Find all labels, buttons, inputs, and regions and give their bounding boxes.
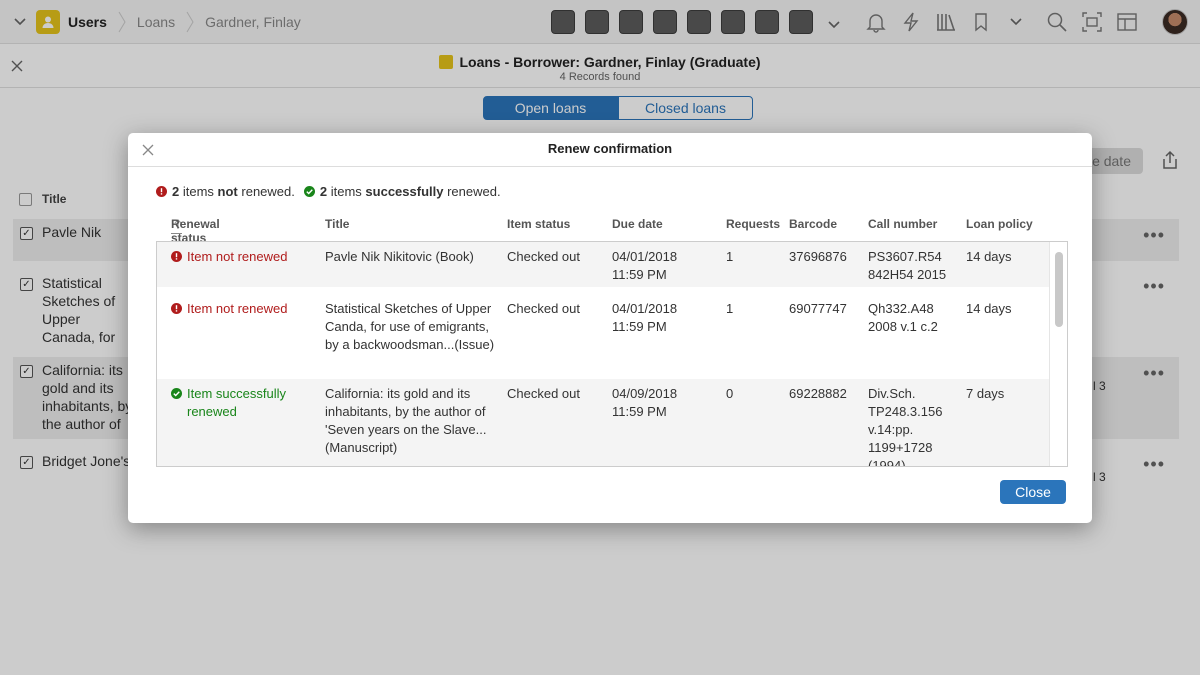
ok-count: 2 [319,184,328,199]
fail-post: renewed. [241,184,295,199]
renewal-status-text: Item not renewed [187,301,288,316]
column-renewal-status[interactable]: Renewal status [171,217,220,245]
error-icon [171,303,182,314]
renewal-table-header: Renewal status Title Item status Due dat… [156,217,1068,245]
due-date-cell: 04/09/2018 11:59 PM [612,386,678,419]
column-call-number[interactable]: Call number [868,217,937,231]
table-row[interactable]: Item not renewed Pavle Nik Nikitovic (Bo… [157,242,1049,287]
due-date-cell: 04/01/2018 11:59 PM [612,301,678,334]
success-icon [303,186,315,197]
item-status-cell: Checked out [507,386,580,401]
loan-policy-cell: 7 days [966,386,1005,401]
renewal-status-text: Item successfully renewed [187,386,286,419]
item-status-cell: Checked out [507,249,580,264]
barcode-cell: 37696876 [789,249,847,264]
modal-title: Renew confirmation [547,141,673,156]
renew-confirmation-modal: Renew confirmation 2 items not renewed. … [128,133,1092,523]
table-scrollbar[interactable] [1049,242,1067,466]
renewal-summary: 2 items not renewed. 2 items successfull… [156,184,501,199]
scrollbar-thumb[interactable] [1055,252,1063,327]
renewal-status-cell: Item not renewed [171,248,321,266]
requests-cell: 0 [726,386,734,401]
error-icon [171,251,182,262]
renewal-table-body: Item not renewed Pavle Nik Nikitovic (Bo… [156,241,1068,467]
barcode-cell: 69077747 [789,301,847,316]
error-icon [156,186,167,197]
title-cell: California: its gold and its inhabitants… [325,386,487,455]
table-row[interactable]: Item not renewed Statistical Sketches of… [157,287,1049,379]
requests-cell: 1 [726,301,734,316]
close-button[interactable]: Close [1000,480,1066,504]
call-number-cell: PS3607.R54 842H54 2015 [868,249,947,282]
renewal-status-text: Item not renewed [187,249,288,264]
column-barcode[interactable]: Barcode [789,217,837,231]
success-icon [171,388,182,399]
fail-bold: not [217,184,238,199]
item-status-cell: Checked out [507,301,580,316]
renewal-status-cell: Item successfully renewed [171,385,321,421]
title-cell: Statistical Sketches of Upper Canda, for… [325,301,495,352]
barcode-cell: 69228882 [789,386,847,401]
column-loan-policy[interactable]: Loan policy [966,217,1033,231]
call-number-cell: Qh332.A48 2008 v.1 c.2 [868,301,938,334]
loan-policy-cell: 14 days [966,301,1012,316]
requests-cell: 1 [726,249,734,264]
table-row[interactable]: Item successfully renewed California: it… [157,379,1049,467]
title-cell: Pavle Nik Nikitovic (Book) [325,249,474,264]
modal-header: Renew confirmation [128,133,1092,167]
column-due-date[interactable]: Due date [612,217,663,231]
fail-pre: items [182,184,214,199]
loan-policy-cell: 14 days [966,249,1012,264]
ok-pre: items [330,184,362,199]
column-title[interactable]: Title [325,217,349,231]
column-item-status[interactable]: Item status [507,217,570,231]
ok-post: renewed. [447,184,501,199]
fail-count: 2 [172,184,180,199]
due-date-cell: 04/01/2018 11:59 PM [612,249,678,282]
renewal-status-cell: Item not renewed [171,300,321,318]
ok-bold: successfully [365,184,444,199]
call-number-cell: Div.Sch. TP248.3.156 v.14:pp. 1199+1728 … [868,386,943,467]
column-requests[interactable]: Requests [726,217,780,231]
